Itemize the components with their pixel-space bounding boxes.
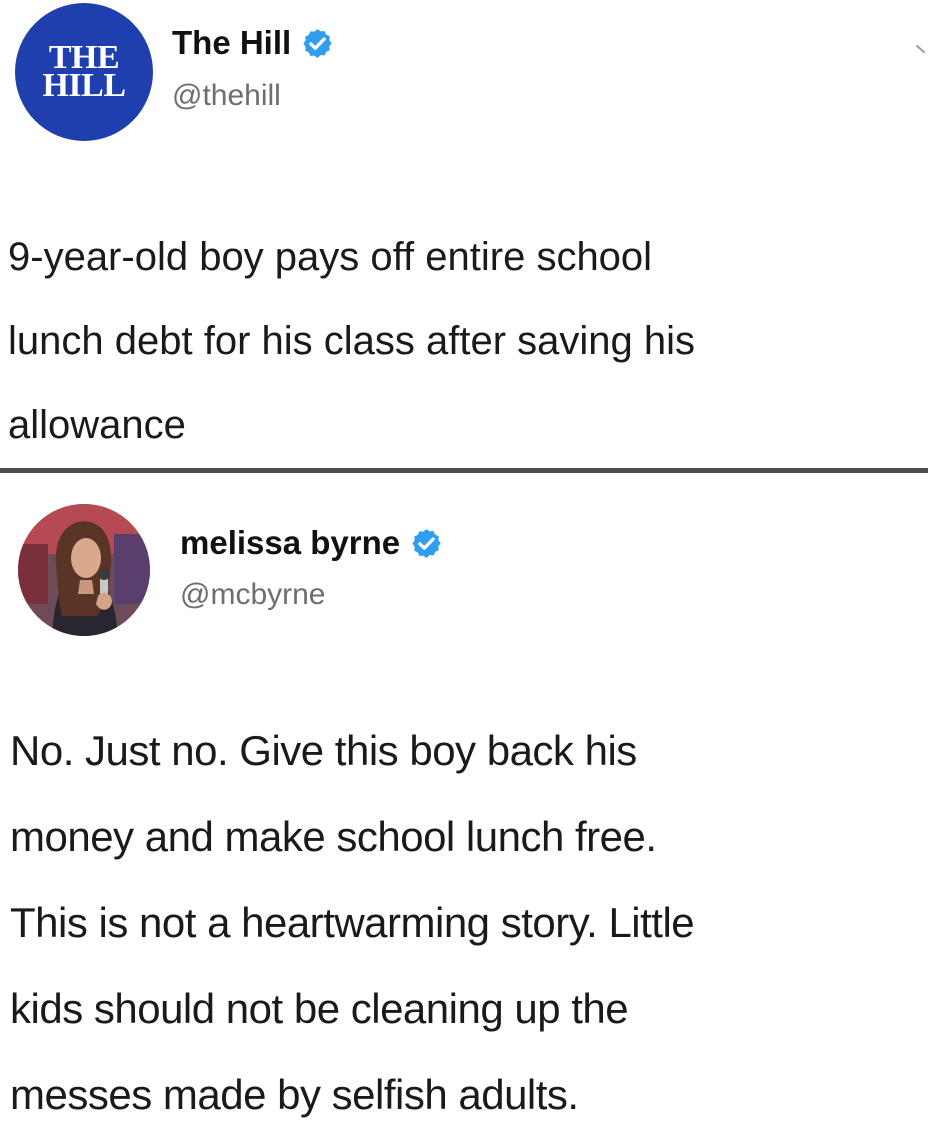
tweet-divider (0, 468, 928, 473)
chevron-down-icon[interactable] (916, 44, 926, 58)
author-display-name[interactable]: melissa byrne (180, 524, 400, 562)
tweet-text-line: money and make school lunch free. (10, 813, 657, 860)
tweet-text: 9-year-old boy pays off entire school lu… (8, 215, 928, 467)
verified-badge-icon (410, 527, 443, 560)
author-display-name[interactable]: The Hill (172, 24, 291, 62)
author-name-row: The Hill (172, 24, 334, 62)
tweet-mcbyrne: melissa byrne @mcbyrne No. Just no. Give… (0, 476, 928, 1120)
tweet-text-line: This is not a heartwarming story. Little (10, 899, 695, 946)
verified-badge-icon (301, 27, 334, 60)
author-name-row: melissa byrne (180, 524, 443, 562)
tweet-text-line: lunch debt for his class after saving hi… (8, 319, 696, 363)
author-handle[interactable]: @thehill (172, 79, 281, 113)
avatar[interactable] (18, 504, 150, 636)
tweet-text-line: 9-year-old boy pays off entire school (8, 235, 653, 279)
tweet-text: No. Just no. Give this boy back his mone… (10, 708, 928, 1138)
tweet-text-line: allowance (8, 403, 186, 447)
tweet-text-line: kids should not be cleaning up the (10, 985, 629, 1032)
tweet-text-line: No. Just no. Give this boy back his (10, 727, 637, 774)
author-handle[interactable]: @mcbyrne (180, 578, 326, 612)
tweet-thehill: THE HILL The Hill @thehill 9-year-old bo… (0, 0, 928, 470)
avatar[interactable]: THE HILL (15, 3, 153, 141)
avatar-text-line: HILL (42, 67, 126, 104)
tweet-text-line: messes made by selfish adults. (10, 1071, 579, 1118)
